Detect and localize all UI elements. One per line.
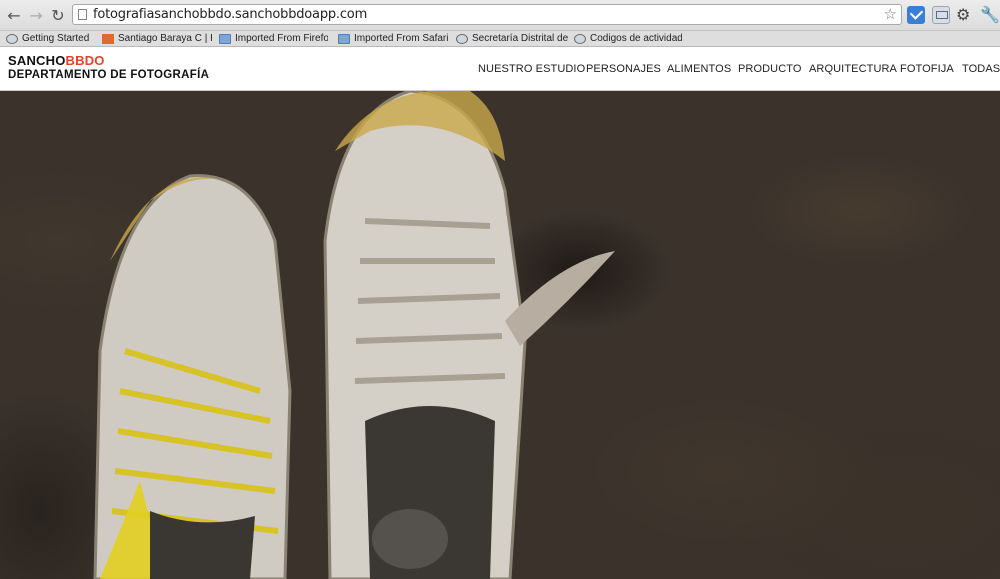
bookmark-santiago-baraya[interactable]: Santiago Baraya C | F [102, 31, 212, 46]
bookmark-label: Codigos de actividad [590, 33, 682, 44]
wrench-icon[interactable]: 🔧 [980, 5, 1000, 24]
extension-check-icon[interactable] [907, 6, 925, 24]
nav-producto[interactable]: PRODUCTO [738, 63, 802, 75]
bookmark-imported-firefox[interactable]: Imported From Firefox [219, 31, 328, 46]
globe-icon [456, 33, 468, 44]
bookmark-secretaria-distrital[interactable]: Secretaría Distrital de [456, 31, 570, 46]
bookmark-label: Santiago Baraya C | F [118, 33, 212, 44]
logo-main: SANCHO [8, 53, 66, 68]
folder-icon [219, 33, 231, 44]
bookmark-imported-safari[interactable]: Imported From Safari [338, 31, 450, 46]
insole-logo [372, 509, 448, 569]
nav-arquitectura[interactable]: ARQUITECTURA [809, 63, 897, 75]
bookmark-label: Secretaría Distrital de [472, 33, 569, 44]
folder-icon [338, 33, 350, 44]
reload-icon[interactable]: ↻ [48, 5, 68, 25]
bookmark-getting-started[interactable]: Getting Started [6, 31, 96, 46]
sneakers-illustration [93, 91, 615, 579]
site-subtitle: DEPARTAMENTO DE FOTOGRAFÍA [8, 69, 210, 81]
bookmark-codigos-actividad[interactable]: Codigos de actividad [574, 31, 682, 46]
bookmark-label: Imported From Firefox [235, 33, 328, 44]
page-icon [78, 9, 87, 20]
globe-icon [574, 33, 586, 44]
hero-photo [0, 91, 1000, 579]
bookmarks-bar: Getting Started Santiago Baraya C | F Im… [0, 31, 1000, 47]
star-icon[interactable]: ☆ [884, 5, 897, 23]
bookmark-label: Getting Started [22, 33, 90, 44]
site-header: SANCHOBBDO DEPARTAMENTO DE FOTOGRAFÍA NU… [0, 47, 1000, 91]
orange-site-icon [102, 33, 114, 44]
nav-personajes[interactable]: PERSONAJES [586, 63, 661, 75]
nav-fotofija[interactable]: FOTOFIJA [900, 63, 954, 75]
right-shoe-lace-tail [505, 251, 615, 346]
nav-alimentos[interactable]: ALIMENTOS [667, 63, 731, 75]
nav-todas[interactable]: TODAS [962, 63, 1000, 75]
back-icon[interactable]: ← [4, 5, 24, 25]
logo-accent: BBDO [65, 53, 105, 68]
nav-nuestro-estudio[interactable]: NUESTRO ESTUDIO [478, 63, 585, 75]
browser-toolbar: ← → ↻ fotografiasanchobbdo.sanchobbdoapp… [0, 0, 1000, 31]
url-text[interactable]: fotografiasanchobbdo.sanchobbdoapp.com [93, 7, 367, 22]
globe-icon [6, 33, 18, 44]
address-bar[interactable]: fotografiasanchobbdo.sanchobbdoapp.com ☆ [72, 4, 902, 25]
extension-window-icon[interactable] [932, 6, 950, 24]
site-logo[interactable]: SANCHOBBDO [8, 53, 105, 68]
forward-icon[interactable]: → [26, 5, 46, 25]
bookmark-label: Imported From Safari [354, 33, 449, 44]
gear-icon[interactable]: ⚙ [956, 5, 970, 24]
